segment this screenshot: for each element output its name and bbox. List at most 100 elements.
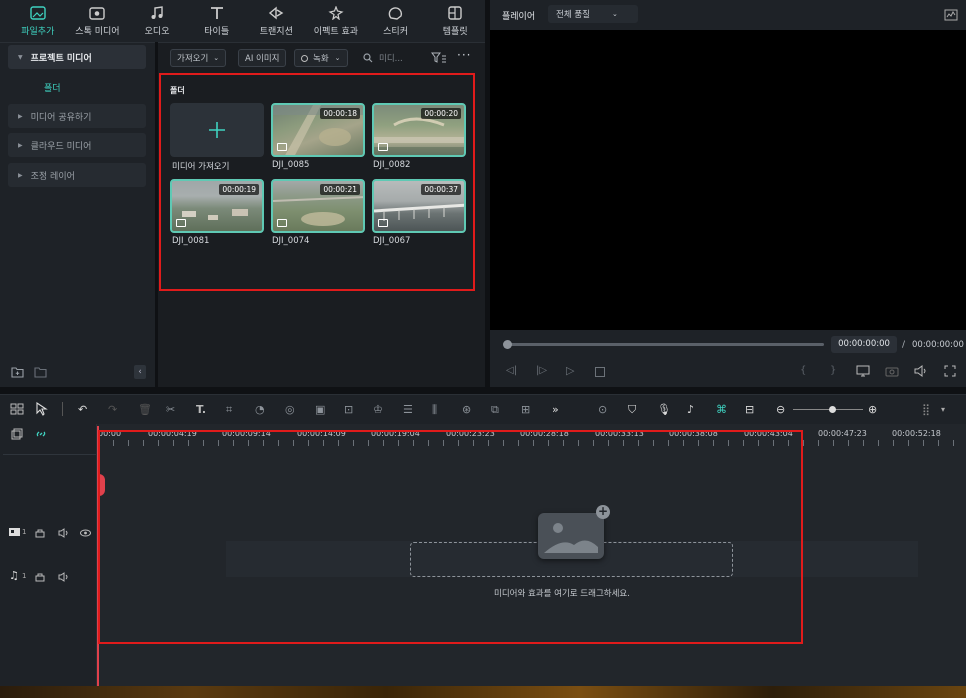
progress-track[interactable] (506, 343, 824, 346)
mark-in-icon[interactable]: { (800, 365, 806, 376)
mask-icon[interactable]: ▣ (315, 403, 325, 416)
stop-icon[interactable] (595, 367, 605, 377)
tab-label: 파일추가 (21, 27, 55, 37)
pip-icon[interactable]: ⊟ (745, 403, 754, 416)
more-options-icon[interactable]: ··· (457, 48, 471, 62)
group-icon[interactable]: ⧉ (491, 403, 499, 417)
track-layout-icon[interactable]: ⣿ (922, 403, 930, 416)
tab-transition[interactable]: 트랜지션 (247, 0, 307, 42)
text-tool-icon[interactable]: T. (196, 403, 206, 416)
speaker-icon[interactable] (58, 572, 69, 582)
render-preview-icon[interactable]: ⊙ (598, 403, 607, 416)
tab-title[interactable]: 타이틀 (187, 0, 247, 42)
add-track-icon[interactable] (11, 428, 23, 440)
delete-icon[interactable]: 🗑 (138, 403, 152, 416)
filter-icon[interactable] (431, 52, 447, 64)
adjust-sliders-icon[interactable]: ☰ (403, 403, 413, 416)
player-label: 플레이어 (502, 12, 536, 22)
mark-out-icon[interactable]: } (830, 365, 836, 376)
zoom-slider-track[interactable] (793, 409, 863, 410)
current-time[interactable]: 00:00:00:00 (831, 336, 897, 353)
speaker-icon[interactable] (58, 528, 69, 538)
import-dropdown[interactable]: 가져오기 ⌄ (170, 49, 227, 67)
nav-cloud-media[interactable]: ▶ 클라우드 미디어 (8, 133, 146, 157)
stabilize-icon[interactable]: ⊡ (344, 403, 353, 416)
sticker-icon (388, 7, 402, 20)
magnet-snap-icon[interactable]: ⌘ (716, 403, 727, 416)
snapshot-icon[interactable] (885, 365, 899, 377)
speed-icon[interactable]: ◔ (255, 403, 265, 416)
lock-icon[interactable] (35, 572, 45, 582)
display-icon[interactable] (856, 365, 870, 377)
audio-track-icon[interactable]: ♪ (687, 403, 694, 416)
select-cursor-icon[interactable] (35, 402, 49, 416)
quality-label: 전체 품질 (556, 10, 590, 20)
audio-wave-icon[interactable]: ⫼ (432, 403, 437, 417)
media-panel: 가져오기 ⌄ AI 이미지 녹화 ⌄ 미디... ··· 폴더 미디어 가져오기… (158, 42, 485, 387)
nav-adjustment-layer[interactable]: ▶ 조정 레이어 (8, 163, 146, 187)
redo-icon[interactable]: ↷ (108, 403, 117, 416)
nav-label: 미디어 공유하기 (30, 112, 92, 123)
chevron-down-icon: ⌄ (611, 10, 618, 18)
undo-icon[interactable]: ↶ (78, 403, 87, 416)
stock-media-icon (89, 7, 106, 20)
scissors-icon[interactable]: ✂ (166, 403, 175, 416)
waveform-icon[interactable] (944, 9, 958, 21)
play-icon[interactable]: ▷ (566, 364, 574, 377)
tab-effects[interactable]: 이펙트 효과 (306, 0, 366, 42)
new-folder-icon[interactable] (11, 366, 25, 378)
zoom-in-icon[interactable]: ⊕ (868, 403, 877, 416)
chevron-down-icon[interactable]: ▾ (941, 405, 945, 414)
ai-portrait-icon[interactable]: ♔ (373, 403, 383, 416)
folder-icon[interactable] (34, 366, 48, 378)
ruler-label: 00:00:52:18 (892, 429, 941, 438)
top-tabs: 파일추가 스톡 미디어 오디오 타이틀 트랜지션 이펙트 효과 스티커 템플릿 (0, 0, 485, 42)
tab-template[interactable]: 템플릿 (425, 0, 485, 42)
timeline-panel: 00:00 00:00:04:19 00:00:09:14 00:00:14:0… (0, 424, 966, 686)
volume-icon[interactable] (914, 365, 928, 377)
microphone-icon[interactable]: 🎙 (657, 403, 671, 416)
tab-audio[interactable]: 오디오 (127, 0, 187, 42)
transition-icon (269, 6, 284, 20)
track-divider (3, 454, 96, 455)
expand-arrow-icon: ▼ (18, 53, 23, 61)
nav-share-media[interactable]: ▶ 미디어 공유하기 (8, 104, 146, 128)
music-note-icon (151, 6, 163, 19)
marker-icon[interactable]: ⛉ (628, 403, 636, 417)
more-tools-icon[interactable]: » (552, 403, 559, 416)
ai-image-button[interactable]: AI 이미지 (238, 49, 287, 67)
tab-label: 이펙트 효과 (313, 27, 359, 37)
collapse-arrow-icon: ▶ (18, 141, 23, 149)
voice-change-icon[interactable]: ⊛ (462, 403, 471, 416)
tab-sticker[interactable]: 스티커 (366, 0, 426, 42)
ruler-label: 00:00:47:23 (818, 429, 867, 438)
crop-icon[interactable]: ⌗ (226, 403, 232, 417)
highlight-box (159, 73, 475, 291)
search-input[interactable]: 미디... (363, 50, 423, 66)
preview-screen[interactable] (490, 30, 966, 330)
link-icon[interactable] (35, 428, 47, 440)
nav-label: 프로젝트 미디어 (30, 53, 92, 64)
tab-label: 오디오 (144, 27, 170, 37)
fullscreen-icon[interactable] (944, 365, 956, 377)
media-icon (30, 6, 46, 20)
nav-folder[interactable]: 폴더 (44, 81, 61, 94)
tab-import[interactable]: 파일추가 (8, 0, 68, 42)
nav-project-media[interactable]: ▼ 프로젝트 미디어 (8, 45, 146, 69)
collapse-panel-button[interactable]: ‹ (134, 365, 146, 379)
color-palette-icon[interactable]: ◎ (285, 403, 295, 416)
zoom-out-icon[interactable]: ⊖ (776, 403, 785, 416)
zoom-slider-handle[interactable] (829, 406, 836, 413)
record-dropdown[interactable]: 녹화 ⌄ (294, 49, 348, 67)
keyframe-icon[interactable]: ⊞ (521, 403, 530, 416)
quality-dropdown[interactable]: 전체 품질 ⌄ (548, 5, 638, 23)
lock-icon[interactable] (35, 528, 45, 538)
tab-label: 트랜지션 (259, 27, 293, 37)
progress-handle[interactable] (503, 340, 512, 349)
ai-image-label: AI 이미지 (245, 54, 280, 64)
layout-grid-icon[interactable] (10, 403, 24, 415)
tab-stock-media[interactable]: 스톡 미디어 (68, 0, 128, 42)
prev-frame-icon[interactable]: ◁| (506, 365, 517, 376)
next-frame-icon[interactable]: |▷ (536, 365, 547, 376)
eye-icon[interactable] (80, 529, 91, 537)
